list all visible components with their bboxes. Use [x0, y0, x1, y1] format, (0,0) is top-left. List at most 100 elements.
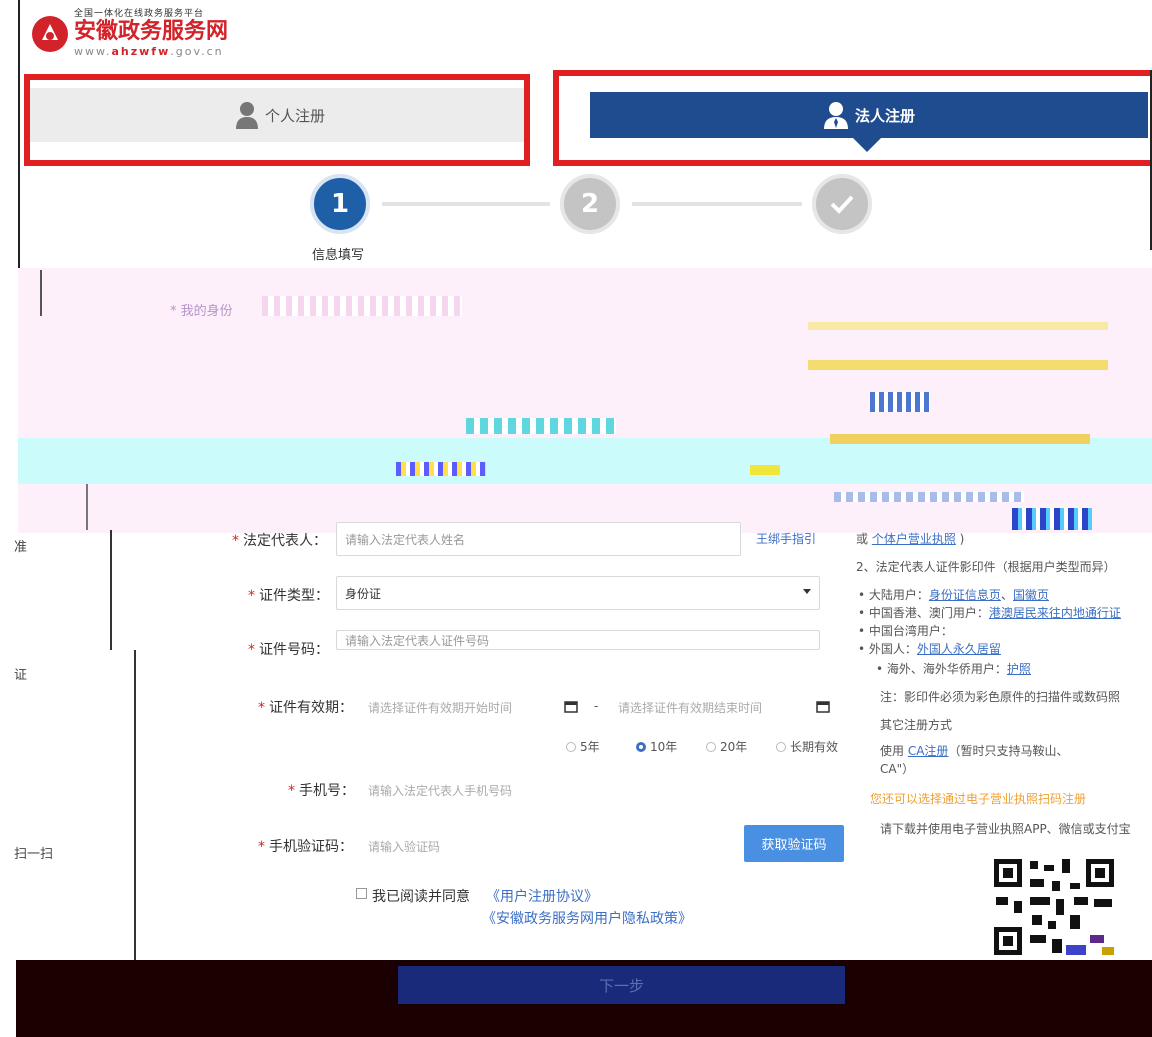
page: 全国一体化在线政务服务平台 安徽政务服务网 www.ahzwfw.gov.cn …: [0, 0, 1152, 1037]
noise-block: [834, 492, 1024, 502]
legal-rep-label-text: 法定代表人：: [243, 533, 327, 549]
radio-20-years-label: 20年: [720, 740, 748, 754]
validity-dash: -: [594, 699, 599, 713]
next-step-button[interactable]: 下一步: [398, 966, 845, 1004]
validity-label: * 证件有效期：: [258, 697, 353, 717]
noise-bar: [86, 484, 88, 530]
rp-ca-end: CA"）: [880, 762, 915, 776]
radio-20-years[interactable]: 20年: [706, 738, 747, 755]
rp-mainland: • 大陆用户：身份证信息页、国徽页: [858, 588, 1049, 602]
rp-hkmo-link[interactable]: 港澳居民来往内地通行证: [989, 606, 1121, 620]
legal-rep-label: * 法定代表人：: [232, 530, 327, 550]
required-mark: *: [288, 783, 295, 799]
rp-ca-link[interactable]: CA注册: [908, 744, 949, 758]
step-1-indicator: 1: [310, 174, 370, 234]
rp-download: 请下载并使用电子营业执照APP、微信或支付宝: [880, 822, 1131, 836]
rp-license-scan: 您还可以选择通过电子营业执照扫码注册: [870, 792, 1087, 806]
rp-passport-link[interactable]: 护照: [1007, 662, 1031, 676]
cert-type-select[interactable]: 身份证: [336, 576, 820, 610]
cert-no-input[interactable]: 请输入法定代表人证件号码: [336, 630, 820, 650]
phone-label: * 手机号：: [288, 780, 355, 800]
rp-foreign: • 外国人：外国人永久居留: [858, 642, 1001, 656]
step-2-indicator: 2: [560, 174, 620, 234]
noise-strip: [396, 462, 486, 476]
logo-title: 安徽政务服务网: [74, 19, 229, 44]
rp-id-info-link[interactable]: 身份证信息页: [929, 588, 1001, 602]
left-divider: [18, 0, 20, 270]
step-connector-2: [632, 202, 802, 206]
noise-strip: [466, 418, 616, 434]
side-label: 扫一扫: [14, 847, 54, 862]
agree-checkbox[interactable]: [356, 888, 367, 899]
noise-block: [1012, 508, 1092, 530]
rp-ca: 使用 CA注册（暂时只支持马鞍山、: [880, 742, 1068, 759]
validity-label-text: 证件有效期：: [269, 700, 353, 716]
logo-url: www.ahzwfw.gov.cn: [74, 45, 228, 58]
agreement-link[interactable]: 《用户注册协议》: [486, 886, 598, 906]
step-connector-1: [382, 202, 550, 206]
rp-foreign-label: 外国人：: [868, 642, 917, 656]
noise-block: [750, 465, 780, 475]
check-icon: [830, 195, 854, 214]
highlight-box-personal: [24, 74, 530, 166]
phone-input[interactable]: 请输入法定代表人手机号码: [368, 782, 512, 799]
rp-biz-license-link[interactable]: 个体户营业执照: [872, 532, 956, 546]
emblem-icon: [32, 16, 68, 52]
rp-hkmo: • 中国香港、澳门用户：港澳居民来往内地通行证: [858, 606, 1121, 620]
required-mark: *: [248, 588, 255, 604]
form-divider: [110, 530, 112, 650]
radio-10-years[interactable]: 10年: [636, 738, 677, 755]
radio-10-years-label: 10年: [650, 740, 678, 754]
qr-code: [990, 855, 1118, 959]
rp-item-2: 2、法定代表人证件影印件（根据用户类型而异）: [856, 560, 1116, 574]
noise-block: [870, 392, 930, 412]
rp-other-methods: 其它注册方式: [880, 718, 953, 732]
logo-url-suffix: .gov.cn: [170, 45, 224, 58]
side-label: 证: [14, 668, 28, 683]
radio-dot: [776, 741, 786, 752]
identity-label: * 我的身份: [170, 304, 233, 319]
cert-type-label: * 证件类型：: [248, 585, 329, 605]
logo-url-prefix: www.: [74, 45, 112, 58]
validity-end-input[interactable]: 请选择证件有效期结束时间: [618, 699, 762, 716]
legal-rep-input[interactable]: 请输入法定代表人姓名: [336, 522, 741, 556]
phone-label-text: 手机号：: [299, 783, 355, 799]
privacy-link[interactable]: 《安徽政务服务网用户隐私政策》: [482, 908, 692, 928]
calendar-icon[interactable]: [564, 699, 578, 713]
validity-start-input[interactable]: 请选择证件有效期开始时间: [368, 699, 512, 716]
radio-long-term-label: 长期有效: [790, 740, 839, 754]
noise-block: [808, 360, 1108, 370]
agree-text: 我已阅读并同意: [372, 889, 470, 905]
corrupted-region-cyan: [18, 438, 1152, 484]
radio-dot-selected: [636, 741, 646, 752]
cert-type-value: 身份证: [345, 586, 382, 601]
sms-code-input[interactable]: 请输入验证码: [368, 838, 440, 855]
sms-code-label: * 手机验证码：: [258, 836, 353, 856]
rp-overseas: • 海外、海外华侨用户：护照: [876, 662, 1031, 676]
required-mark: *: [232, 533, 239, 549]
cert-type-label-text: 证件类型：: [259, 588, 329, 604]
form-divider: [134, 650, 136, 960]
cert-no-label: * 证件号码：: [248, 639, 329, 659]
rp-taiwan-label: 中国台湾用户：: [868, 624, 953, 638]
rp-emblem-link[interactable]: 国徽页: [1013, 588, 1049, 602]
help-guide-link[interactable]: 王绑手指引: [756, 530, 816, 547]
required-mark: *: [258, 700, 265, 716]
rp-taiwan: • 中国台湾用户：: [858, 624, 953, 638]
step-1-label: 信息填写: [312, 248, 365, 263]
rp-biz-license: 或 个体户营业执照 ): [856, 532, 965, 546]
radio-long-term[interactable]: 长期有效: [776, 738, 838, 755]
calendar-icon[interactable]: [816, 699, 830, 713]
logo-text: 全国一体化在线政务服务平台 安徽政务服务网 www.ahzwfw.gov.cn: [74, 6, 228, 58]
rp-overseas-label: 海外、海外华侨用户：: [886, 662, 1007, 676]
radio-5-years-label: 5年: [580, 740, 600, 754]
radio-5-years[interactable]: 5年: [566, 738, 600, 755]
get-code-button[interactable]: 获取验证码: [744, 825, 844, 862]
cert-no-label-text: 证件号码：: [259, 642, 329, 658]
noise-bar: [40, 270, 42, 316]
site-logo[interactable]: 全国一体化在线政务服务平台 安徽政务服务网 www.ahzwfw.gov.cn: [30, 6, 228, 58]
rp-foreign-link[interactable]: 外国人永久居留: [917, 642, 1001, 656]
rp-ca-post: （暂时只支持马鞍山、: [948, 744, 1069, 758]
radio-dot: [706, 741, 716, 752]
required-mark: *: [248, 642, 255, 658]
